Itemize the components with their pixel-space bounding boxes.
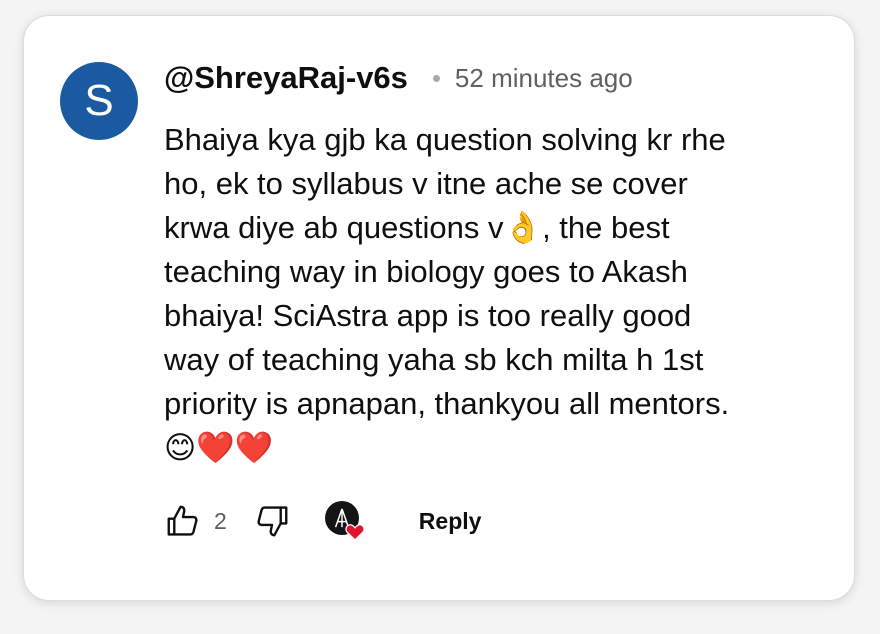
comment-emoji-line: 😊❤️❤️ [164,430,274,466]
comment-card: S @ShreyaRaj-v6s 52 minutes ago Bhaiya k… [23,15,855,601]
comment-text: Bhaiya kya gjb ka question solving kr rh… [164,118,844,470]
dislike-button[interactable] [253,502,291,540]
author-handle[interactable]: @ShreyaRaj-v6s [164,60,408,96]
creator-heart-icon [345,524,365,541]
reply-button[interactable]: Reply [419,508,482,535]
comment-line: Bhaiya kya gjb ka question solving kr rh… [164,122,726,157]
like-button[interactable]: 2 [164,502,227,540]
ok-hand-emoji: 👌 [503,210,543,246]
avatar-letter: S [84,76,114,125]
comment-line: ho, ek to syllabus v itne ache se cover [164,166,688,201]
comment-line: priority is apnapan, thankyou all mentor… [164,386,730,421]
thumbs-up-icon [167,505,198,536]
comment-header: @ShreyaRaj-v6s 52 minutes ago [164,60,633,96]
comment-line: krwa diye ab questions v👌, the best [164,210,670,246]
like-count: 2 [214,507,227,534]
thumbs-down-icon [257,506,288,537]
comment-time[interactable]: 52 minutes ago [455,63,633,94]
creator-heart [324,501,365,541]
separator-dot [432,74,440,82]
comment-line: teaching way in biology goes to Akash [164,254,688,289]
comment-line: bhaiya! SciAstra app is too really good [164,298,692,333]
comment-actions: 2 Reply [164,500,481,542]
comment-line: way of teaching yaha sb kch milta h 1st [164,342,704,377]
author-avatar[interactable]: S [60,62,138,140]
